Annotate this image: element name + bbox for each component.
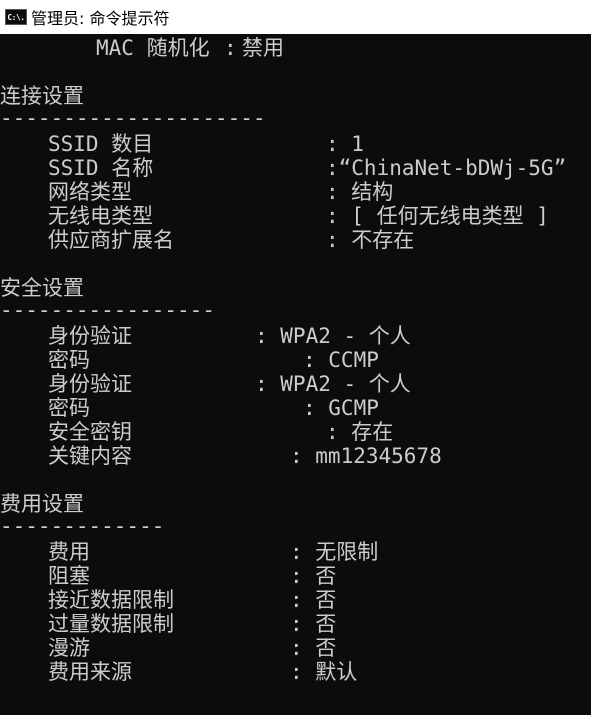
separator: ----------------- <box>0 298 215 322</box>
console-row-ssid-count: SSID 数目 : 1 <box>0 132 591 156</box>
console-row-cipher: 密码 : GCMP <box>0 396 591 420</box>
console-row-cipher: 密码 : CCMP <box>0 348 591 372</box>
connection-settings-separator: --------------------- <box>0 106 591 130</box>
row-value: : 否 <box>290 564 337 588</box>
cost-settings-separator: ------------- <box>0 514 591 538</box>
row-label: 费用 <box>48 540 90 564</box>
row-label: SSID 数目 <box>48 132 154 156</box>
separator: --------------------- <box>0 106 266 130</box>
row-label: 网络类型 <box>48 180 132 204</box>
console-row-network-type: 网络类型 : 结构 <box>0 180 591 204</box>
row-label: 身份验证 <box>48 324 132 348</box>
row-value: : [ 任何无线电类型 ] <box>326 204 549 228</box>
row-value: : 存在 <box>326 420 394 444</box>
mac-randomization-label: MAC 随机化 <box>96 36 210 60</box>
section-header: 费用设置 <box>0 492 84 516</box>
row-label: 密码 <box>48 396 90 420</box>
row-value: : 否 <box>290 636 337 660</box>
console-row-security-key: 安全密钥 : 存在 <box>0 420 591 444</box>
console-row-approaching-data-limit: 接近数据限制 : 否 <box>0 588 591 612</box>
console-row-over-data-limit: 过量数据限制 : 否 <box>0 612 591 636</box>
security-settings-header: 安全设置 <box>0 276 591 300</box>
row-value: : 否 <box>290 588 337 612</box>
row-value: : 默认 <box>290 660 358 684</box>
console-row-vendor-extension: 供应商扩展名 : 不存在 <box>0 228 591 252</box>
row-value: : 结构 <box>326 180 394 204</box>
row-label: 阻塞 <box>48 564 90 588</box>
console-row-authentication: 身份验证 : WPA2 - 个人 <box>0 372 591 396</box>
window-title: 管理员: 命令提示符 <box>31 9 170 28</box>
row-value: : WPA2 - 个人 <box>255 324 411 348</box>
row-value: : mm12345678 <box>290 444 442 468</box>
security-settings-separator: ----------------- <box>0 298 591 322</box>
row-value: : 1 <box>326 132 364 156</box>
row-label: 身份验证 <box>48 372 132 396</box>
row-label: 供应商扩展名 <box>48 228 174 252</box>
separator: ------------- <box>0 514 165 538</box>
row-value: : WPA2 - 个人 <box>255 372 411 396</box>
console-row-roaming: 漫游 : 否 <box>0 636 591 660</box>
console-row-ssid-name: SSID 名称 :“ChinaNet-bDWj-5G” <box>0 156 591 180</box>
row-value: : 无限制 <box>290 540 379 564</box>
section-header: 安全设置 <box>0 276 84 300</box>
console-output[interactable]: MAC 随机化 : 禁用 连接设置 --------------------- … <box>0 34 591 715</box>
connection-settings-header: 连接设置 <box>0 84 591 108</box>
row-label: 密码 <box>48 348 90 372</box>
console-row-authentication: 身份验证 : WPA2 - 个人 <box>0 324 591 348</box>
row-value: :“ChinaNet-bDWj-5G” <box>326 156 567 180</box>
row-label: 无线电类型 <box>48 204 153 228</box>
console-row-key-content: 关键内容 : mm12345678 <box>0 444 591 468</box>
mac-randomization-colon: : <box>224 36 237 60</box>
row-label: 过量数据限制 <box>48 612 174 636</box>
row-label: 安全密钥 <box>48 420 132 444</box>
row-label: 接近数据限制 <box>48 588 174 612</box>
mac-randomization-value: 禁用 <box>242 36 284 60</box>
console-row-cost-source: 费用来源 : 默认 <box>0 660 591 684</box>
row-value: : 否 <box>290 612 337 636</box>
row-label: 漫游 <box>48 636 90 660</box>
cost-settings-header: 费用设置 <box>0 492 591 516</box>
window-titlebar[interactable]: C:\. 管理员: 命令提示符 <box>0 0 591 34</box>
row-value: : GCMP <box>303 396 379 420</box>
row-label: 关键内容 <box>48 444 132 468</box>
console-row-congested: 阻塞 : 否 <box>0 564 591 588</box>
command-prompt-icon: C:\. <box>5 9 27 25</box>
row-label: SSID 名称 <box>48 156 154 180</box>
row-label: 费用来源 <box>48 660 132 684</box>
mac-randomization-line: MAC 随机化 : 禁用 <box>0 36 591 60</box>
row-value: : 不存在 <box>326 228 415 252</box>
console-row-radio-type: 无线电类型 : [ 任何无线电类型 ] <box>0 204 591 228</box>
section-header: 连接设置 <box>0 84 84 108</box>
row-value: : CCMP <box>303 348 379 372</box>
console-row-cost: 费用 : 无限制 <box>0 540 591 564</box>
